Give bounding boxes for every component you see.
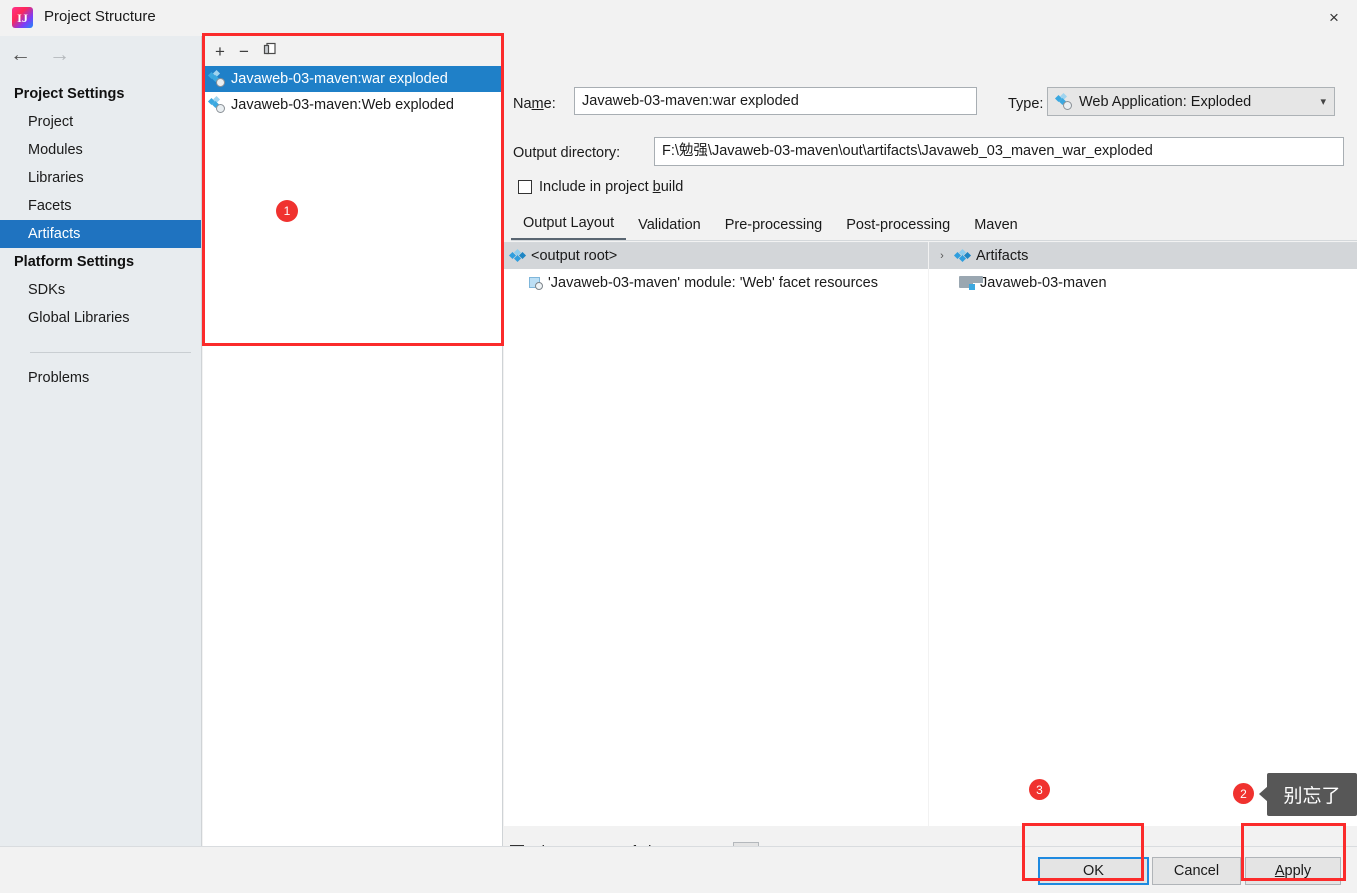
artifact-diamond-icon xyxy=(953,248,972,263)
list-item[interactable]: Javaweb-03-maven:Web exploded xyxy=(203,92,502,118)
chevron-down-icon: ▾ xyxy=(1320,96,1326,108)
idea-logo-glyph: IJ xyxy=(17,10,28,25)
tree-row[interactable]: Javaweb-03-maven xyxy=(929,269,1357,296)
output-directory-input[interactable]: F:\勉强\Javaweb-03-maven\out\artifacts\Jav… xyxy=(654,137,1344,166)
copy-artifact-icon[interactable] xyxy=(263,42,278,60)
sidebar-item-libraries[interactable]: Libraries xyxy=(0,164,201,192)
type-label: Type: xyxy=(1008,96,1044,112)
tab-output-layout[interactable]: Output Layout xyxy=(511,215,627,240)
include-in-project-build-checkbox[interactable]: Include in project build xyxy=(518,179,683,195)
artifact-label: Javaweb-03-maven:Web exploded xyxy=(231,97,455,113)
sidebar-group-platform-settings: Platform Settings xyxy=(14,254,135,270)
sidebar-item-global-libraries[interactable]: Global Libraries xyxy=(0,304,201,332)
add-artifact-icon[interactable]: + xyxy=(215,43,225,60)
title-bar: IJ Project Structure × xyxy=(0,0,1357,36)
artifact-list: Javaweb-03-maven:war exploded Javaweb-03… xyxy=(203,66,502,118)
chevron-right-icon[interactable]: › xyxy=(935,250,949,262)
web-application-icon xyxy=(207,69,225,87)
navigation-arrows: ← → xyxy=(10,44,70,65)
detail-tabs: Output Layout Validation Pre-processing … xyxy=(511,210,1357,241)
artifact-label: Javaweb-03-maven:war exploded xyxy=(231,71,448,87)
output-directory-value: F:\勉强\Javaweb-03-maven\out\artifacts\Jav… xyxy=(662,143,1153,159)
ok-button[interactable]: OK xyxy=(1038,857,1149,885)
annotation-marker-3: 3 xyxy=(1029,779,1050,800)
name-label: Name: xyxy=(513,96,556,112)
apply-button[interactable]: Apply xyxy=(1245,857,1341,885)
sidebar-item-modules[interactable]: Modules xyxy=(0,136,201,164)
sidebar-divider xyxy=(30,352,191,353)
web-application-icon xyxy=(1054,92,1072,110)
tree-row-label: Javaweb-03-maven xyxy=(980,274,1107,291)
type-value: Web Application: Exploded xyxy=(1079,93,1252,110)
tab-validation[interactable]: Validation xyxy=(626,217,713,240)
module-folder-icon xyxy=(959,275,983,290)
annotation-marker-2: 2 xyxy=(1233,783,1254,804)
tab-post-processing[interactable]: Post-processing xyxy=(834,217,962,240)
available-artifacts-row[interactable]: › Artifacts xyxy=(929,243,1357,269)
output-root-row[interactable]: <output root> xyxy=(504,243,928,269)
web-application-icon xyxy=(207,95,225,113)
artifact-diamond-icon xyxy=(508,248,527,263)
artifact-toolbar: + − xyxy=(203,36,502,66)
remove-artifact-icon[interactable]: − xyxy=(239,43,249,60)
sidebar-item-artifacts[interactable]: Artifacts xyxy=(0,220,201,248)
dialog-button-bar: OK Cancel Apply xyxy=(0,846,1357,893)
project-structure-dialog: IJ Project Structure × ← → Project Setti… xyxy=(0,0,1357,893)
page-title: Project Structure xyxy=(44,8,156,25)
close-icon[interactable]: × xyxy=(1311,0,1357,36)
checkbox-box xyxy=(518,180,532,194)
tab-pre-processing[interactable]: Pre-processing xyxy=(713,217,835,240)
forward-arrow-icon[interactable]: → xyxy=(49,44,70,65)
output-layout-tree: <output root> 'Javaweb-03-maven' module:… xyxy=(504,242,928,826)
list-item[interactable]: Javaweb-03-maven:war exploded xyxy=(203,66,502,92)
tree-row[interactable]: 'Javaweb-03-maven' module: 'Web' facet r… xyxy=(504,269,928,296)
settings-sidebar: ← → Project Settings Project Modules Lib… xyxy=(0,36,202,878)
include-in-project-build-label: Include in project build xyxy=(539,179,684,195)
tree-row-label: 'Javaweb-03-maven' module: 'Web' facet r… xyxy=(548,274,878,291)
sidebar-item-facets[interactable]: Facets xyxy=(0,192,201,220)
artifact-detail-pane: Name: Type: Web Application: Exploded ▾ … xyxy=(504,36,1357,866)
artifact-list-panel: + − Javaweb-03-maven:war exploded Javawe… xyxy=(203,36,503,846)
name-input[interactable] xyxy=(574,87,977,115)
intellij-idea-icon: IJ xyxy=(12,7,33,28)
annotation-tooltip: 别忘了 xyxy=(1259,773,1357,816)
sidebar-item-problems[interactable]: Problems xyxy=(0,364,201,392)
sidebar-problems-section: Problems xyxy=(0,364,201,392)
type-dropdown[interactable]: Web Application: Exploded ▾ xyxy=(1047,87,1335,116)
tab-maven[interactable]: Maven xyxy=(962,217,1030,240)
back-arrow-icon[interactable]: ← xyxy=(10,44,31,65)
module-facet-icon xyxy=(528,276,543,290)
sidebar-item-sdks[interactable]: SDKs xyxy=(0,276,201,304)
output-directory-label: Output directory: xyxy=(513,145,621,161)
annotation-marker-1: 1 xyxy=(276,200,298,222)
cancel-button[interactable]: Cancel xyxy=(1152,857,1241,885)
sidebar-item-project[interactable]: Project xyxy=(0,108,201,136)
output-root-label: <output root> xyxy=(531,248,618,264)
available-elements-tree: › Artifacts Javaweb-03-maven xyxy=(929,242,1357,826)
available-root-label: Artifacts xyxy=(976,248,1029,264)
sidebar-group-project-settings: Project Settings xyxy=(14,86,125,102)
sidebar-groups: Project Settings Project Modules Librari… xyxy=(0,80,201,332)
